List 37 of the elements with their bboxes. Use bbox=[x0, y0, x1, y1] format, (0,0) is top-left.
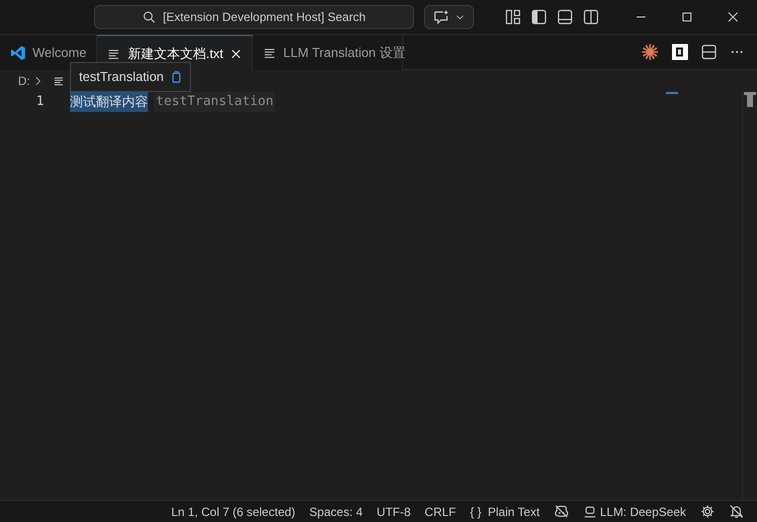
breadcrumb-item[interactable]: D: bbox=[18, 72, 30, 90]
close-icon[interactable] bbox=[230, 48, 242, 60]
status-item[interactable]: Spaces: 4 bbox=[302, 500, 370, 522]
search-field[interactable]: [Extension Development Host] Search bbox=[94, 5, 414, 29]
line-number: 1 bbox=[35, 93, 45, 112]
maximize-icon[interactable] bbox=[680, 10, 694, 24]
braces-icon[interactable]: { } bbox=[470, 502, 482, 520]
settings-icon[interactable] bbox=[700, 504, 715, 519]
scrollbar-thumb[interactable] bbox=[744, 92, 756, 107]
status-item[interactable]: CRLF bbox=[418, 500, 464, 522]
sidebar-icon[interactable] bbox=[531, 9, 547, 25]
editor-tab[interactable]: Welcome bbox=[0, 35, 98, 70]
inline-suggestion: testTranslation bbox=[154, 92, 276, 112]
layout-icon[interactable] bbox=[505, 9, 521, 25]
text-file-icon bbox=[262, 46, 277, 60]
robot-icon bbox=[582, 504, 597, 518]
vscode-logo-icon bbox=[10, 45, 26, 61]
panel-icon[interactable] bbox=[557, 9, 573, 25]
notifications-off-icon[interactable] bbox=[729, 504, 744, 519]
chat-button[interactable] bbox=[424, 5, 474, 29]
starburst-icon[interactable] bbox=[641, 43, 659, 61]
hover-text: testTranslation bbox=[79, 68, 164, 86]
language-mode[interactable]: Plain Text bbox=[488, 502, 540, 520]
split-editor-icon[interactable] bbox=[701, 44, 717, 60]
text-file-icon[interactable] bbox=[52, 75, 64, 87]
split-icon[interactable] bbox=[583, 9, 599, 25]
copy-icon[interactable] bbox=[170, 70, 182, 84]
preview-icon[interactable] bbox=[672, 44, 688, 60]
status-item[interactable]: Ln 1, Col 7 (6 selected) bbox=[164, 500, 302, 522]
chat-icon bbox=[432, 9, 449, 25]
close-icon[interactable] bbox=[726, 10, 740, 24]
minimap-marker bbox=[666, 92, 678, 94]
editor-tab[interactable]: LLM Translation 设置 bbox=[252, 35, 403, 70]
status-item[interactable]: UTF-8 bbox=[370, 500, 418, 522]
search-icon bbox=[142, 10, 156, 24]
llm-status[interactable]: LLM: DeepSeek bbox=[576, 500, 693, 522]
selected-text: 测试翻译内容 bbox=[70, 92, 148, 112]
